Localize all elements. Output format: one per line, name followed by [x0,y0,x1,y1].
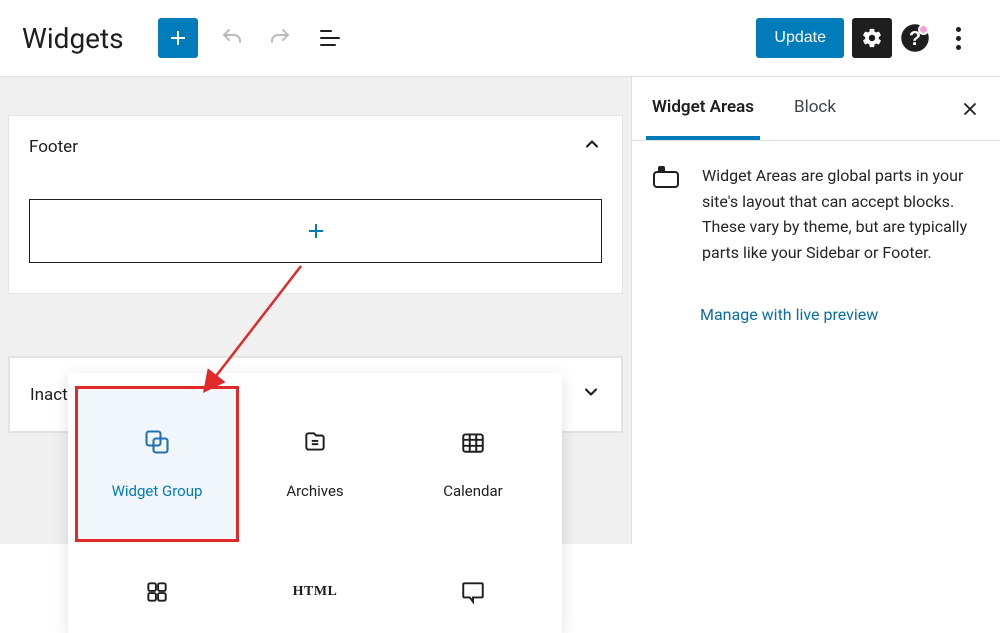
sidebar-tabs: Widget Areas Block [632,77,1000,141]
block-inserter-item-latest[interactable]: Latest [394,539,552,633]
update-button[interactable]: Update [756,18,844,58]
tab-widget-areas[interactable]: Widget Areas [646,77,760,140]
plus-icon [304,219,328,243]
tab-block[interactable]: Block [788,77,842,140]
manage-live-preview-link[interactable]: Manage with live preview [700,305,1000,324]
block-inserter-scroll[interactable]: Widget Group Archives Calendar [68,373,562,633]
kebab-dot-icon [956,36,961,41]
block-inserter-item-custom-html[interactable]: HTML Custom HTML [236,539,394,633]
block-inserter-item-calendar[interactable]: Calendar [394,389,552,539]
kebab-dot-icon [956,45,961,50]
notification-dot-icon [918,24,929,35]
plus-icon [166,26,190,50]
layout-icon [652,165,680,189]
footer-panel-header[interactable]: Footer [9,116,622,177]
block-item-label: Archives [286,482,343,500]
page-title: Widgets [22,22,124,55]
footer-widget-area-panel: Footer [8,115,623,294]
settings-sidebar: Widget Areas Block Widget Areas are glob… [631,77,1000,544]
undo-icon [220,26,244,50]
block-item-label: Calendar [443,482,503,500]
close-sidebar-button[interactable] [954,93,986,125]
undo-button[interactable] [212,18,252,58]
widget-group-icon [143,428,171,456]
more-options-button[interactable] [938,18,978,58]
block-inserter-item-categories-list[interactable]: Categories List [78,539,236,633]
archives-icon [302,428,328,456]
inactive-panel-title: Inacti [30,385,72,405]
close-icon [959,98,981,120]
widget-areas-description: Widget Areas are global parts in your si… [702,163,980,265]
help-button[interactable]: ? [900,23,930,53]
block-item-label: Widget Group [112,482,203,500]
redo-button[interactable] [260,18,300,58]
link-label: Manage with live preview [700,305,878,324]
kebab-dot-icon [956,27,961,32]
top-toolbar: Widgets Update ? [0,0,1000,77]
block-appender-button[interactable] [29,199,602,263]
update-button-label: Update [774,29,826,46]
block-inserter-popover: Widget Group Archives Calendar [68,373,562,633]
gear-icon [861,27,883,49]
comment-icon [460,578,486,606]
block-inserter-item-archives[interactable]: Archives [236,389,394,539]
calendar-icon [460,428,486,456]
redo-icon [268,26,292,50]
list-view-icon [320,30,340,46]
block-inserter-item-widget-group[interactable]: Widget Group [78,389,236,539]
add-block-button[interactable] [158,18,198,58]
categories-icon [144,578,170,606]
footer-panel-title: Footer [29,137,78,157]
tab-label: Block [794,97,836,117]
settings-button[interactable] [852,18,892,58]
chevron-down-icon [581,382,601,407]
html-icon: HTML [293,578,338,606]
chevron-up-icon [582,134,602,159]
tab-label: Widget Areas [652,97,754,117]
widget-areas-info-icon [652,163,684,191]
list-view-button[interactable] [310,18,350,58]
editor-canvas: Footer Inacti [0,77,631,544]
